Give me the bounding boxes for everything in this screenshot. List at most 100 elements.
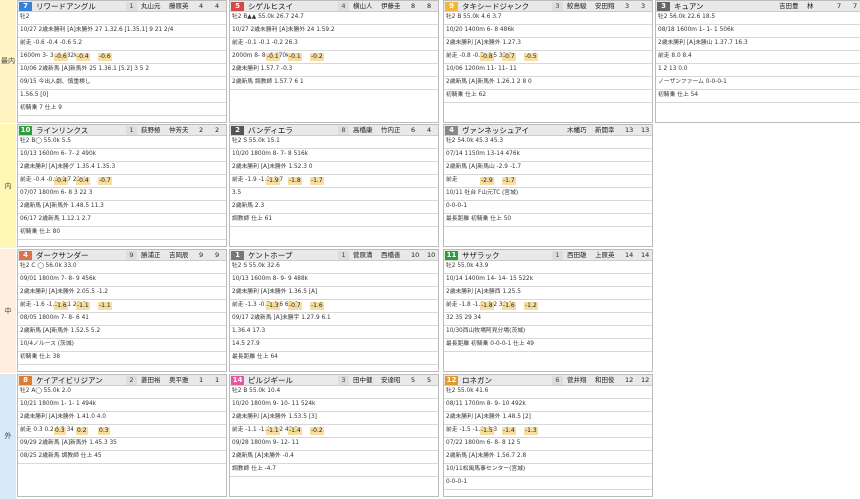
row-divider xyxy=(18,325,226,326)
horse-card[interactable]: 8 ケイアイビリジアン 2 菱田裕 奥平雅 1 1 牡2 A◯ 55.0k 2.0 10/21 … xyxy=(17,374,227,497)
popularity-badge: 1 xyxy=(126,2,137,11)
horse-name[interactable]: タキシードジャンク xyxy=(462,3,529,11)
race-record-line: 10/20 1400m 6- 8 486k xyxy=(446,27,515,33)
horse-name[interactable]: バンディエラ xyxy=(248,127,293,135)
race-record-line: 32 35 29 34 xyxy=(446,315,482,321)
card-body: 牡2 A◯ 55.0k 2.0 10/21 1800m 1- 1- 1 494k 2… xyxy=(18,387,226,496)
card-body: 牡2 S 55.0k 32.6 10/13 1600m 8- 9- 9 488k 2… xyxy=(230,262,438,371)
band-label: 中 xyxy=(4,306,12,315)
horse-name[interactable]: ピルジギール xyxy=(248,377,293,385)
popularity-badge: 3 xyxy=(338,376,349,385)
time-diff-chip: -2.9 xyxy=(480,177,494,185)
row-divider xyxy=(230,476,438,477)
race-record-line: 10/13 1600m 6- 7- 2 490k xyxy=(20,151,96,157)
row-divider xyxy=(18,200,226,201)
row-divider xyxy=(230,187,438,188)
race-record-line: 2歳新馬 2.3 xyxy=(232,203,265,209)
rank-value: 8 xyxy=(411,2,416,10)
row-divider xyxy=(18,351,226,352)
rank-value: 1 xyxy=(199,376,204,384)
horse-card[interactable]: 7 リワードアングル 1 丸山元 藤原英 4 4 牡2 10/27 2歳未勝利 [A]未勝外 2… xyxy=(17,0,227,123)
race-record-line: 牡2 B 55.0k 10.4 xyxy=(232,388,281,394)
horse-name[interactable]: ケントホープ xyxy=(248,252,292,260)
row-divider xyxy=(230,76,438,77)
row-divider xyxy=(444,213,652,214)
card-body: 牡2 56.0k 22.6 18.5 08/18 1600m 1- 1- 1 50… xyxy=(656,13,860,122)
rank-value: 1 xyxy=(215,376,220,384)
horse-card[interactable]: 3 キュアン 吉田豊林 7 7 牡2 56.0k 22.6 18.5 08/18 1600m… xyxy=(655,0,860,123)
race-record-line: 牡2 55.0k 41.6 xyxy=(446,388,489,394)
card-body: 牡2 55.0k 43.9 10/14 1400m 14- 14- 15 522k… xyxy=(444,262,652,371)
row-divider xyxy=(444,489,652,490)
horse-name[interactable]: ロネガン xyxy=(462,377,492,385)
card-body: 牡2 C ◯ 56.0k 33.0 09/01 1800m 7- 8- 9 456… xyxy=(18,262,226,371)
rank-value: 3 xyxy=(641,2,646,10)
popularity-badge: 8 xyxy=(338,126,349,135)
horse-card[interactable]: 14 ピルジギール 3 田中健 安達昭 5 5 牡2 B 55.0k 10.4 10/20 18… xyxy=(229,374,439,497)
race-record-line: 1 2 13 0.0 xyxy=(658,66,688,72)
race-record-line: 初騎乗 仕上 38 xyxy=(20,354,61,360)
time-diff-chip: -1.8 xyxy=(288,177,302,185)
race-record-line: 牡2 S 55.0k 32.6 xyxy=(232,263,280,269)
rank-value: 8 xyxy=(427,2,432,10)
rank-value: 10 xyxy=(427,251,436,259)
horse-number: 10 xyxy=(19,126,32,135)
rank-value: 12 xyxy=(641,376,650,384)
race-record-line: 牡2 B 55.0k 4.6 3.7 xyxy=(446,14,502,20)
band-label: 最内 xyxy=(1,57,15,65)
jockey-name: 西田雄 xyxy=(567,251,587,259)
row-divider xyxy=(18,226,226,227)
row-divider xyxy=(444,325,652,326)
row-divider xyxy=(230,200,438,201)
horse-card[interactable]: 12 ロネガン 6 菅井翔 和田俊 12 12 牡2 55.0k 41.6 08/11 1700… xyxy=(443,374,653,497)
horse-name[interactable]: リワードアングル xyxy=(36,3,96,11)
jockey-name: 菅井翔 xyxy=(567,376,587,384)
horse-name[interactable]: ヴァンネッシュアイ xyxy=(462,127,529,135)
horse-card[interactable]: 5 シゲルヒスイ 4 横山人 伊藤圭 8 8 牡2 B▲▲ 55.0k 26.7 24.7 10… xyxy=(229,0,439,123)
race-record-line: 最長距離 初騎乗 0-0-0-1 仕上 49 xyxy=(446,341,534,347)
jockey-name: 勝浦正 xyxy=(141,251,161,259)
rank-value: 9 xyxy=(215,251,220,259)
row-divider xyxy=(18,398,226,399)
horse-card[interactable]: 9 タキシードジャンク 3 鮫島駿 安田翔 3 3 牡2 B 55.0k 4.6 3.7 10/… xyxy=(443,0,653,123)
race-record-line: 初騎乗 仕上 62 xyxy=(446,92,487,98)
card-header: 4 ヴァンネッシュアイ 木幡巧 新開幸 13 13 xyxy=(444,125,652,136)
row-divider xyxy=(444,437,652,438)
horse-name[interactable]: シゲルヒスイ xyxy=(248,3,293,11)
race-record-line: 07/14 1150m 13-14 476k xyxy=(446,151,520,157)
horse-card[interactable]: 4 ダークサンダー 9 勝浦正 吉岡辰 9 9 牡2 C ◯ 56.0k 33.0 09/01 … xyxy=(17,249,227,372)
rank-value: 2 xyxy=(215,126,220,134)
row-divider xyxy=(656,63,860,64)
row-divider xyxy=(18,424,226,425)
horse-number: 1 xyxy=(231,251,244,260)
trainer-name: 奥平雅 xyxy=(169,376,189,384)
popularity-badge: 1 xyxy=(552,251,563,260)
row-divider xyxy=(18,148,226,149)
rank-value: 4 xyxy=(215,2,220,10)
time-diff-chip: -1.4 xyxy=(288,427,302,435)
row-divider xyxy=(444,398,652,399)
row-divider xyxy=(444,312,652,313)
band-innermost: 最内 xyxy=(0,0,16,123)
horse-name[interactable]: キュアン xyxy=(674,3,704,11)
row-divider xyxy=(18,174,226,175)
rank-value: 2 xyxy=(199,126,204,134)
popularity-badge: 1 xyxy=(126,126,137,135)
horse-name[interactable]: ラインリンクス xyxy=(36,127,88,135)
horse-name[interactable]: サザラック xyxy=(462,252,500,260)
horse-card[interactable]: 2 バンディエラ 8 高橋康 竹内正 6 4 牡2 S 55.0k 15.1 10/20 180… xyxy=(229,124,439,247)
horse-card[interactable]: 4 ヴァンネッシュアイ 木幡巧 新開幸 13 13 牡2 54.0k 45.3 45.3 07… xyxy=(443,124,653,247)
race-record-line: 08/18 1600m 1- 1- 1 506k xyxy=(658,27,734,33)
rank-value: 4 xyxy=(427,126,432,134)
popularity-badge: 2 xyxy=(126,376,137,385)
horse-card[interactable]: 1 ケントホープ 1 菅原満 西橋善 10 10 牡2 S 55.0k 32.6 10/13 1… xyxy=(229,249,439,372)
horse-name[interactable]: ケイアイビリジアン xyxy=(36,377,103,385)
horse-card[interactable]: 11 サザラック 1 西田雄 上原英 14 14 牡2 55.0k 43.9 10/14 140… xyxy=(443,249,653,372)
race-record-line: 09/15 今出入劇、慎重検し xyxy=(20,79,91,85)
horse-name[interactable]: ダークサンダー xyxy=(36,252,89,260)
row-divider xyxy=(444,424,652,425)
race-record-line: 2歳新馬 調教師 1.57.7 6 1 xyxy=(232,79,304,85)
race-record-line: 10/20 1800m 9- 10- 11 524k xyxy=(232,401,316,407)
horse-card[interactable]: 10 ラインリンクス 1 荻野極 仲芳夫 2 2 牡2 B◯ 55.0k 5.5 10/13 1… xyxy=(17,124,227,247)
row-divider xyxy=(18,273,226,274)
